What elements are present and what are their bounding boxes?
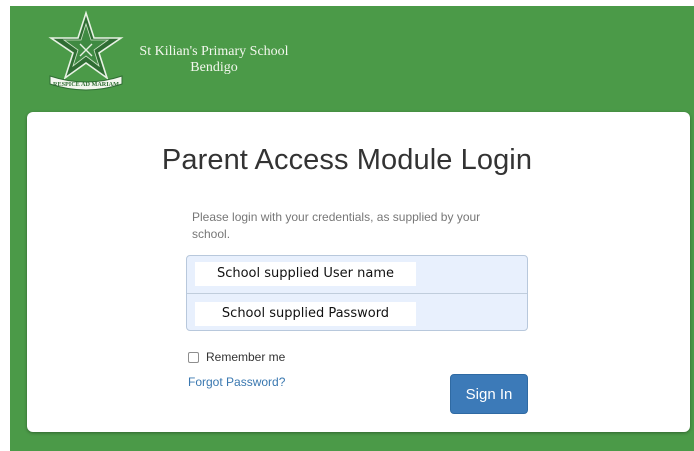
username-input[interactable]: School supplied User name <box>187 256 527 294</box>
remember-me[interactable]: Remember me <box>188 349 285 365</box>
login-instructions: Please login with your credentials, as s… <box>192 210 481 241</box>
school-name-line2: Bendigo <box>190 60 238 75</box>
forgot-password-link[interactable]: Forgot Password? <box>188 375 285 389</box>
password-label: School supplied Password <box>195 302 416 326</box>
username-label: School supplied User name <box>195 262 416 286</box>
page-title: Parent Access Module Login <box>161 144 533 176</box>
site-header: RESPICE AD MARIAM St Kilian's Primary Sc… <box>46 10 346 94</box>
credentials-input-group: School supplied User name School supplie… <box>186 255 528 331</box>
school-name-line1: St Kilian's Primary School <box>139 44 289 59</box>
password-input[interactable]: School supplied Password <box>187 294 527 330</box>
remember-me-checkbox[interactable] <box>188 351 199 363</box>
remember-me-label: Remember me <box>206 350 286 364</box>
school-name: St Kilian's Primary School Bendigo <box>114 44 314 76</box>
sign-in-button[interactable]: Sign In <box>450 374 528 414</box>
logo-motto: RESPICE AD MARIAM <box>53 81 119 88</box>
